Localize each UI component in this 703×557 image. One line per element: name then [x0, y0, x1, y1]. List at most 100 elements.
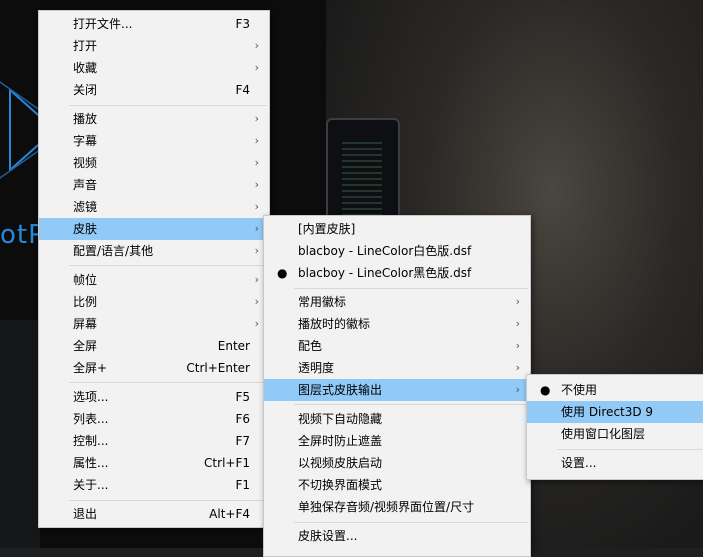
- skin-submenu: [内置皮肤] blacboy - LineColor白色版.dsf ● blacb…: [263, 215, 531, 557]
- menu-separator: [294, 404, 528, 405]
- chevron-right-icon: ›: [254, 156, 259, 169]
- chevron-right-icon: ›: [254, 222, 259, 235]
- skin-item-linecolor-white[interactable]: blacboy - LineColor白色版.dsf: [264, 240, 530, 262]
- menu-item-label: 配色: [298, 339, 323, 353]
- menu-separator: [69, 105, 267, 106]
- skin-item-builtin[interactable]: [内置皮肤]: [264, 218, 530, 240]
- menu-item-label: 退出: [73, 507, 98, 521]
- menu-item-about[interactable]: 关于... F1: [39, 474, 269, 496]
- menu-item-label: 关于...: [73, 478, 109, 492]
- menu-item-label: 视频下自动隐藏: [298, 412, 383, 426]
- selected-bullet-icon: ●: [540, 383, 551, 397]
- layer-item-windowed[interactable]: 使用窗口化图层: [527, 423, 703, 445]
- menu-separator: [294, 288, 528, 289]
- chevron-right-icon: ›: [515, 339, 520, 352]
- menu-item-filters[interactable]: 滤镜 ›: [39, 196, 269, 218]
- menu-item-label: 比例: [73, 295, 98, 309]
- menu-item-label: 打开文件...: [73, 17, 133, 31]
- skin-item-auto-hide[interactable]: 视频下自动隐藏: [264, 408, 530, 430]
- shortcut-label: Ctrl+Enter: [186, 361, 250, 375]
- menu-separator: [69, 500, 267, 501]
- skin-item-save-position[interactable]: 单独保存音频/视频界面位置/尺寸: [264, 496, 530, 518]
- menu-item-screen[interactable]: 屏幕 ›: [39, 313, 269, 335]
- layered-output-submenu: ● 不使用 使用 Direct3D 9 使用窗口化图层 设置...: [526, 374, 703, 480]
- menu-item-label: 不使用: [561, 383, 598, 397]
- chevron-right-icon: ›: [515, 383, 520, 396]
- skin-item-playing-logo[interactable]: 播放时的徽标 ›: [264, 313, 530, 335]
- chevron-right-icon: ›: [254, 295, 259, 308]
- menu-item-label: 列表...: [73, 412, 109, 426]
- layer-item-none[interactable]: ● 不使用: [527, 379, 703, 401]
- chevron-right-icon: ›: [515, 295, 520, 308]
- menu-item-open-file[interactable]: 打开文件... F3: [39, 13, 269, 35]
- menu-item-label: 属性...: [73, 456, 109, 470]
- skin-item-common-logo[interactable]: 常用徽标 ›: [264, 291, 530, 313]
- skin-item-linecolor-black[interactable]: ● blacboy - LineColor黑色版.dsf: [264, 262, 530, 284]
- menu-item-close[interactable]: 关闭 F4: [39, 79, 269, 101]
- menu-item-label: 播放: [73, 112, 98, 126]
- chevron-right-icon: ›: [254, 317, 259, 330]
- chevron-right-icon: ›: [254, 200, 259, 213]
- chevron-right-icon: ›: [254, 61, 259, 74]
- menu-item-config-language[interactable]: 配置/语言/其他 ›: [39, 240, 269, 262]
- menu-item-label: 选项...: [73, 390, 109, 404]
- menu-item-frame[interactable]: 帧位 ›: [39, 269, 269, 291]
- menu-item-play[interactable]: 播放 ›: [39, 108, 269, 130]
- layer-item-settings[interactable]: 设置...: [527, 452, 703, 474]
- skin-item-settings[interactable]: 皮肤设置...: [264, 525, 530, 547]
- menu-item-favorites[interactable]: 收藏 ›: [39, 57, 269, 79]
- menu-item-options[interactable]: 选项... F5: [39, 386, 269, 408]
- chevron-right-icon: ›: [254, 244, 259, 257]
- chevron-right-icon: ›: [254, 112, 259, 125]
- menu-item-video[interactable]: 视频 ›: [39, 152, 269, 174]
- menu-item-label: 使用 Direct3D 9: [561, 405, 654, 419]
- menu-item-fullscreen-plus[interactable]: 全屏+ Ctrl+Enter: [39, 357, 269, 379]
- menu-item-label: 控制...: [73, 434, 109, 448]
- menu-item-label: 滤镜: [73, 200, 98, 214]
- shortcut-label: F6: [235, 412, 250, 426]
- menu-item-fullscreen[interactable]: 全屏 Enter: [39, 335, 269, 357]
- menu-item-label: 视频: [73, 156, 98, 170]
- menu-item-label: 设置...: [561, 456, 597, 470]
- chevron-right-icon: ›: [254, 273, 259, 286]
- main-context-menu: 打开文件... F3 打开 › 收藏 › 关闭 F4 播放 › 字幕 › 视频 › 声音 › 滤…: [38, 10, 270, 528]
- shortcut-label: F5: [235, 390, 250, 404]
- menu-item-label: 不切换界面模式: [298, 478, 383, 492]
- menu-item-exit[interactable]: 退出 Alt+F4: [39, 503, 269, 525]
- menu-item-control[interactable]: 控制... F7: [39, 430, 269, 452]
- skin-item-color-scheme[interactable]: 配色 ›: [264, 335, 530, 357]
- menu-item-label: 皮肤: [73, 222, 98, 236]
- player-control-bar[interactable]: [0, 320, 40, 548]
- selected-bullet-icon: ●: [277, 266, 288, 280]
- menu-item-properties[interactable]: 属性... Ctrl+F1: [39, 452, 269, 474]
- menu-item-label: 以视频皮肤启动: [298, 456, 383, 470]
- chevron-right-icon: ›: [254, 39, 259, 52]
- menu-item-label: 透明度: [298, 361, 335, 375]
- menu-item-label: 字幕: [73, 134, 98, 148]
- menu-item-aspect-ratio[interactable]: 比例 ›: [39, 291, 269, 313]
- skin-item-layered-output[interactable]: 图层式皮肤输出 ›: [264, 379, 530, 401]
- layer-item-direct3d9[interactable]: 使用 Direct3D 9: [527, 401, 703, 423]
- menu-item-audio[interactable]: 声音 ›: [39, 174, 269, 196]
- skin-item-prevent-cover[interactable]: 全屏时防止遮盖: [264, 430, 530, 452]
- skin-item-start-video-skin[interactable]: 以视频皮肤启动: [264, 452, 530, 474]
- menu-separator: [69, 382, 267, 383]
- skin-item-no-switch-mode[interactable]: 不切换界面模式: [264, 474, 530, 496]
- menu-item-label: 声音: [73, 178, 98, 192]
- shortcut-label: F4: [235, 83, 250, 97]
- skin-item-transparency[interactable]: 透明度 ›: [264, 357, 530, 379]
- chevron-right-icon: ›: [515, 361, 520, 374]
- menu-item-label: blacboy - LineColor白色版.dsf: [298, 244, 472, 258]
- shortcut-label: Ctrl+F1: [204, 456, 250, 470]
- menu-item-skin[interactable]: 皮肤 ›: [39, 218, 269, 240]
- menu-item-open[interactable]: 打开 ›: [39, 35, 269, 57]
- shortcut-label: F3: [235, 17, 250, 31]
- menu-separator: [69, 265, 267, 266]
- menu-item-label: 屏幕: [73, 317, 98, 331]
- shortcut-label: F1: [235, 478, 250, 492]
- shortcut-label: Alt+F4: [209, 507, 250, 521]
- menu-item-subtitles[interactable]: 字幕 ›: [39, 130, 269, 152]
- shortcut-label: Enter: [217, 339, 250, 353]
- menu-item-label: blacboy - LineColor黑色版.dsf: [298, 266, 472, 280]
- menu-item-playlist[interactable]: 列表... F6: [39, 408, 269, 430]
